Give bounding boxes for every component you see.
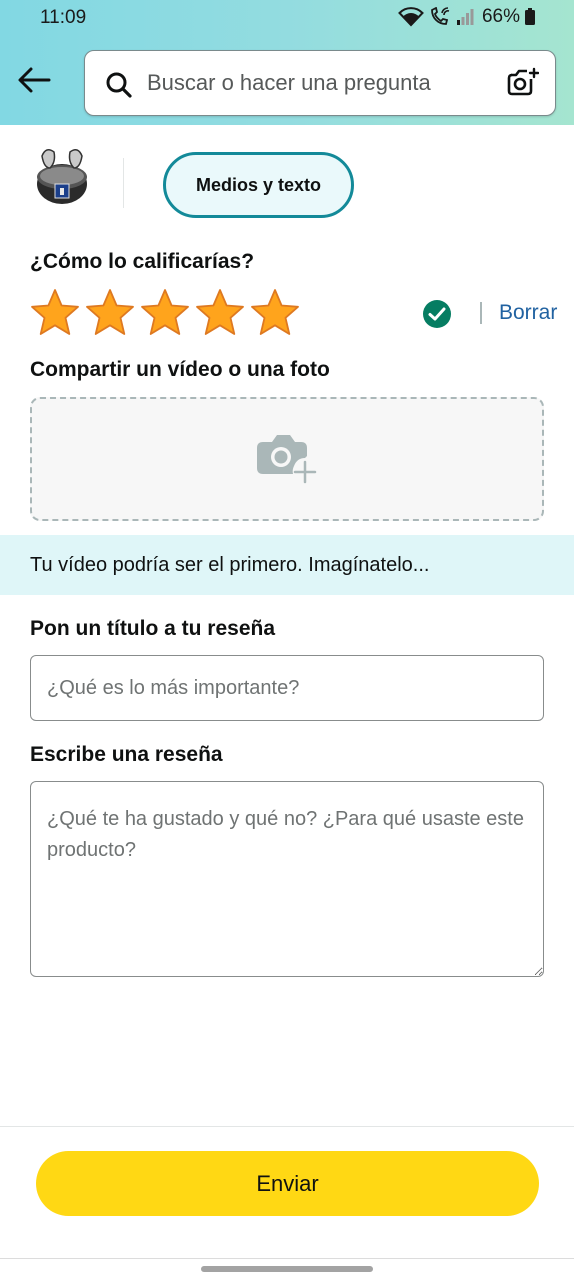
clear-rating-link[interactable]: Borrar (499, 301, 557, 325)
product-thumbnail (34, 144, 90, 208)
camera-search-icon[interactable] (507, 67, 540, 102)
star-rating[interactable] (30, 288, 300, 338)
back-button[interactable] (14, 62, 54, 102)
submit-button[interactable]: Enviar (36, 1151, 539, 1216)
star-icon[interactable] (140, 288, 190, 338)
star-icon[interactable] (85, 288, 135, 338)
earbuds-product-icon (34, 149, 90, 212)
review-title-label: Pon un título a tu reseña (30, 617, 276, 640)
home-indicator[interactable] (201, 1266, 373, 1272)
status-icons: 66% (398, 6, 536, 28)
review-body-label: Escribe una reseña (30, 743, 223, 766)
star-icon[interactable] (250, 288, 300, 338)
battery-percent: 66% (481, 6, 520, 27)
divider (0, 1126, 574, 1127)
media-upload-area[interactable] (30, 397, 544, 521)
review-body-textarea[interactable] (30, 781, 544, 977)
divider (480, 302, 482, 324)
status-bar: 11:09 66% (0, 0, 574, 36)
search-bar[interactable] (84, 50, 556, 116)
status-time: 11:09 (40, 7, 87, 28)
star-icon[interactable] (195, 288, 245, 338)
tab-media-and-text[interactable]: Medios y texto (163, 152, 354, 218)
signal-icon (456, 8, 474, 26)
wifi-icon (398, 7, 424, 27)
add-photo-icon (257, 430, 317, 489)
search-icon (105, 71, 133, 104)
rating-question: ¿Cómo lo calificarías? (30, 250, 255, 273)
battery-icon (524, 8, 536, 26)
divider (0, 1258, 574, 1259)
video-info-banner: Tu vídeo podría ser el primero. Imagínat… (0, 535, 574, 595)
review-title-input[interactable] (30, 655, 544, 721)
wifi-calling-icon (428, 7, 452, 27)
divider (123, 158, 124, 208)
arrow-left-icon (17, 66, 51, 99)
search-input[interactable] (147, 65, 497, 101)
share-media-label: Compartir un vídeo o una foto (30, 358, 330, 381)
check-circle-icon (422, 299, 452, 334)
star-icon[interactable] (30, 288, 80, 338)
